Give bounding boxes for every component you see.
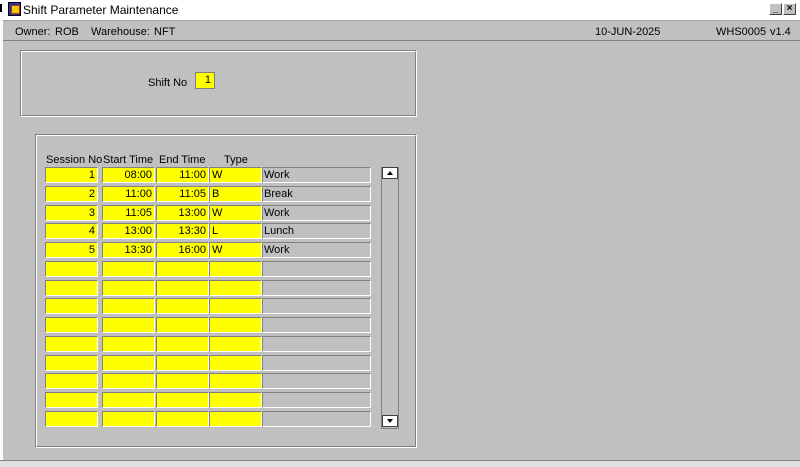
end-time-cell[interactable] xyxy=(156,354,209,371)
type-cell[interactable] xyxy=(209,373,262,390)
vertical-scrollbar[interactable] xyxy=(381,167,399,429)
shift-header-panel xyxy=(20,50,417,117)
app-icon[interactable] xyxy=(8,2,21,16)
start-time-cell[interactable] xyxy=(102,260,155,277)
start-time-cell[interactable] xyxy=(102,279,155,296)
start-time-cell[interactable] xyxy=(102,317,155,333)
session-no-cell[interactable] xyxy=(45,373,98,390)
session-no-cell[interactable]: 2 xyxy=(45,185,98,202)
type-cell[interactable] xyxy=(209,392,262,408)
start-time-cell[interactable] xyxy=(102,410,155,427)
type-description: Work xyxy=(262,204,371,221)
end-time-cell[interactable] xyxy=(156,410,209,427)
type-description: Break xyxy=(262,185,371,202)
end-time-cell[interactable] xyxy=(156,298,209,315)
minimize-icon: _ xyxy=(772,3,779,14)
col-header-type: Type xyxy=(224,154,248,166)
scroll-down-button[interactable] xyxy=(382,415,398,427)
end-time-cell[interactable] xyxy=(156,317,209,333)
type-description xyxy=(262,279,371,296)
start-time-cell[interactable] xyxy=(102,392,155,408)
type-description: Work xyxy=(262,242,371,258)
type-description xyxy=(262,373,371,390)
current-date: 10-JUN-2025 xyxy=(595,26,661,38)
shift-no-field[interactable]: 1 xyxy=(195,72,215,89)
type-description xyxy=(262,317,371,333)
session-no-cell[interactable] xyxy=(45,354,98,371)
session-no-cell[interactable] xyxy=(45,298,98,315)
end-time-cell[interactable] xyxy=(156,392,209,408)
edge-marker xyxy=(0,4,2,12)
type-description xyxy=(262,298,371,315)
minimize-button[interactable]: _ xyxy=(769,3,782,15)
session-no-cell[interactable] xyxy=(45,410,98,427)
end-time-cell[interactable]: 13:30 xyxy=(156,223,209,240)
close-icon: × xyxy=(786,3,793,14)
col-header-end-time: End Time xyxy=(159,154,206,166)
end-time-cell[interactable]: 13:00 xyxy=(156,204,209,221)
type-cell[interactable] xyxy=(209,317,262,333)
type-description xyxy=(262,410,371,427)
start-time-cell[interactable]: 11:00 xyxy=(102,185,155,202)
type-cell[interactable] xyxy=(209,354,262,371)
type-cell[interactable]: B xyxy=(209,185,262,202)
type-description xyxy=(262,260,371,277)
end-time-cell[interactable] xyxy=(156,373,209,390)
col-header-session-no: Session No xyxy=(46,154,103,166)
type-cell[interactable] xyxy=(209,279,262,296)
session-no-cell[interactable] xyxy=(45,279,98,296)
version: v1.4 xyxy=(770,26,791,38)
start-time-cell[interactable] xyxy=(102,335,155,352)
col-header-start-time: Start Time xyxy=(103,154,154,166)
warehouse-label: Warehouse: xyxy=(91,26,150,38)
end-time-cell[interactable] xyxy=(156,260,209,277)
start-time-cell[interactable]: 08:00 xyxy=(102,167,155,183)
type-description: Lunch xyxy=(262,223,371,240)
type-description xyxy=(262,354,371,371)
end-time-cell[interactable] xyxy=(156,279,209,296)
warehouse-value: NFT xyxy=(154,26,176,38)
app-window: Shift Parameter Maintenance _ × Owner: R… xyxy=(3,0,800,466)
type-description xyxy=(262,392,371,408)
type-cell[interactable] xyxy=(209,260,262,277)
start-time-cell[interactable]: 11:05 xyxy=(102,204,155,221)
session-no-cell[interactable] xyxy=(45,260,98,277)
session-no-cell[interactable]: 4 xyxy=(45,223,98,240)
info-bar: Owner: ROB Warehouse: NFT 10-JUN-2025 WH… xyxy=(3,21,800,41)
window-title: Shift Parameter Maintenance xyxy=(23,3,179,17)
end-time-cell[interactable] xyxy=(156,335,209,352)
type-cell[interactable]: L xyxy=(209,223,262,240)
session-no-cell[interactable] xyxy=(45,317,98,333)
program-id: WHS0005 xyxy=(716,26,767,38)
owner-value: ROB xyxy=(55,26,79,38)
title-bar: Shift Parameter Maintenance _ × xyxy=(3,0,800,21)
close-button[interactable]: × xyxy=(783,3,796,15)
session-no-cell[interactable]: 3 xyxy=(45,204,98,221)
type-cell[interactable] xyxy=(209,335,262,352)
session-no-cell[interactable]: 1 xyxy=(45,167,98,183)
start-time-cell[interactable]: 13:00 xyxy=(102,223,155,240)
type-cell[interactable] xyxy=(209,298,262,315)
shift-no-label: Shift No xyxy=(148,77,188,89)
end-time-cell[interactable]: 11:00 xyxy=(156,167,209,183)
start-time-cell[interactable] xyxy=(102,298,155,315)
start-time-cell[interactable] xyxy=(102,373,155,390)
type-description xyxy=(262,335,371,352)
end-time-cell[interactable]: 16:00 xyxy=(156,242,209,258)
start-time-cell[interactable]: 13:30 xyxy=(102,242,155,258)
type-cell[interactable]: W xyxy=(209,242,262,258)
session-no-cell[interactable] xyxy=(45,335,98,352)
session-no-cell[interactable] xyxy=(45,392,98,408)
scroll-up-button[interactable] xyxy=(382,167,398,179)
type-description: Work xyxy=(262,167,371,183)
end-time-cell[interactable]: 11:05 xyxy=(156,185,209,202)
session-no-cell[interactable]: 5 xyxy=(45,242,98,258)
type-cell[interactable]: W xyxy=(209,204,262,221)
type-cell[interactable] xyxy=(209,410,262,427)
owner-label: Owner: xyxy=(15,26,51,38)
type-cell[interactable]: W xyxy=(209,167,262,183)
start-time-cell[interactable] xyxy=(102,354,155,371)
